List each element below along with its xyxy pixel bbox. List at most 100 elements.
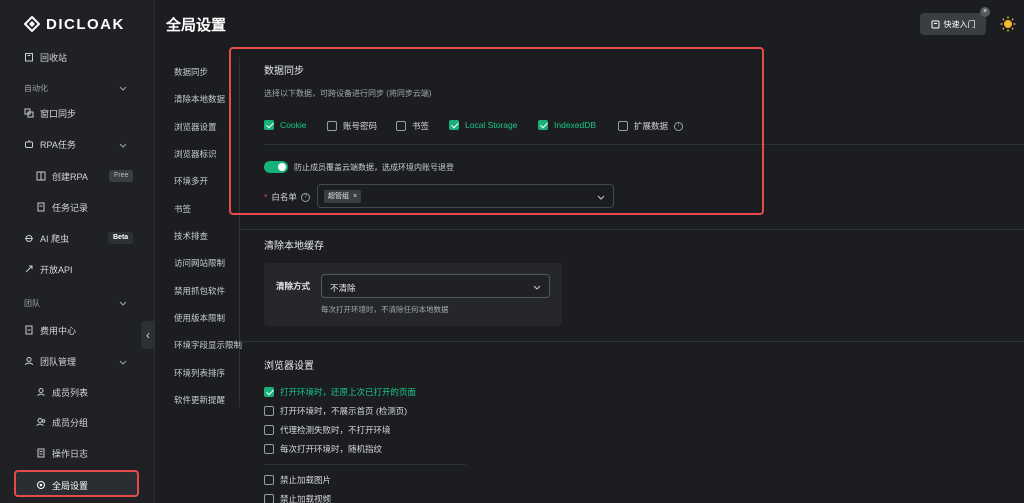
- beta-badge: Beta: [108, 232, 134, 244]
- sidebar-item-recycle[interactable]: 回收站: [24, 49, 67, 65]
- sidebar-item-team-mgmt[interactable]: 团队管理: [24, 353, 76, 369]
- trash-icon: [25, 53, 33, 62]
- logo-text: DICLOAK: [46, 15, 125, 33]
- page-title: 全局设置: [166, 17, 227, 34]
- chevron-down-icon[interactable]: [119, 141, 127, 149]
- user-icon: [37, 388, 45, 397]
- checkbox-label: 打开环境时，还原上次已打开的页面: [280, 387, 417, 397]
- nav-item-update-reminder[interactable]: 软件更新提醒: [174, 394, 225, 406]
- sidebar-item-rpa-tasks[interactable]: RPA任务: [24, 136, 76, 152]
- chevron-down-icon: [533, 285, 541, 290]
- sidebar-item-label: AI 爬虫: [40, 233, 70, 244]
- checkbox-box[interactable]: [264, 425, 274, 435]
- free-badge: Free: [109, 170, 134, 182]
- sidebar: DICLOAK 回收站 自动化 窗口同步 RPA任务 创建RPA Free 任务…: [0, 0, 155, 503]
- section-title-browser-settings: 浏览器设置: [264, 361, 314, 372]
- sidebar-item-label: 成员列表: [52, 387, 89, 398]
- sidebar-item-label: 操作日志: [52, 448, 89, 459]
- divider: [264, 464, 466, 465]
- checkbox-hide-homepage[interactable]: 打开环境时，不展示首页 (检测页): [264, 405, 407, 417]
- sidebar-item-ai-crawler[interactable]: AI 爬虫: [24, 230, 69, 246]
- nav-item-disable-sniffer[interactable]: 禁用抓包软件: [174, 285, 225, 297]
- sidebar-item-label: 开放API: [40, 264, 73, 275]
- nav-item-troubleshoot[interactable]: 技术排查: [174, 230, 208, 242]
- nav-item-clear-local-data[interactable]: 清除本地数据: [174, 93, 225, 105]
- sidebar-group-automation[interactable]: 自动化: [24, 81, 48, 95]
- sidebar-item-label: 回收站: [40, 52, 68, 63]
- sync-window-icon: [24, 108, 34, 118]
- nav-item-version-restriction[interactable]: 使用版本限制: [174, 312, 225, 324]
- sidebar-item-label: 成员分组: [52, 417, 89, 428]
- nav-item-bookmarks[interactable]: 书签: [174, 203, 191, 215]
- divider: [240, 341, 1024, 342]
- checkbox-label: 每次打开环境时，随机指纹: [280, 444, 383, 454]
- checkbox-box[interactable]: [264, 387, 274, 397]
- sidebar-collapse-button[interactable]: ‹: [141, 321, 155, 349]
- users-icon: [25, 357, 33, 366]
- checkbox-box[interactable]: [264, 444, 274, 454]
- chevron-down-icon[interactable]: [119, 358, 127, 366]
- nav-item-data-sync[interactable]: 数据同步: [174, 66, 208, 78]
- user-group-icon: [36, 418, 46, 427]
- receipt-icon: [25, 325, 33, 335]
- sidebar-item-create-rpa[interactable]: 创建RPA: [36, 168, 88, 184]
- nav-item-site-restriction[interactable]: 访问网站限制: [174, 257, 225, 269]
- sidebar-item-window-sync[interactable]: 窗口同步: [24, 105, 76, 121]
- sidebar-item-global-settings[interactable]: 全局设置: [36, 477, 88, 493]
- checkbox-proxy-fail[interactable]: 代理检测失败时，不打开环境: [264, 424, 391, 436]
- close-icon[interactable]: ×: [980, 7, 990, 17]
- nav-item-list-sort[interactable]: 环境列表排序: [174, 367, 225, 379]
- checkbox-box[interactable]: [264, 494, 274, 503]
- quick-start-button[interactable]: 快速入门: [920, 13, 986, 35]
- clear-cache-panel: 清除方式 不清除 每次打开环境时，不清除任何本地数据: [264, 263, 562, 326]
- chevron-left-icon: ‹: [146, 328, 150, 342]
- highlight-box-data-sync: [229, 47, 764, 215]
- sidebar-item-task-records[interactable]: 任务记录: [36, 199, 88, 215]
- sidebar-item-open-api[interactable]: 开放API: [24, 261, 73, 277]
- link-icon: [25, 265, 33, 273]
- group-label: 自动化: [24, 83, 48, 93]
- checkbox-label: 禁止加载视频: [280, 494, 332, 503]
- clear-method-value: 不清除: [330, 283, 356, 293]
- checkbox-label: 代理检测失败时，不打开环境: [280, 425, 391, 435]
- sidebar-item-operation-log[interactable]: 操作日志: [36, 445, 88, 461]
- divider: [240, 229, 1024, 230]
- checkbox-restore-pages[interactable]: 打开环境时，还原上次已打开的页面: [264, 386, 416, 398]
- group-label: 团队: [24, 298, 40, 308]
- bug-icon: [25, 235, 33, 242]
- chevron-down-icon[interactable]: [119, 84, 127, 92]
- sidebar-item-label: 创建RPA: [52, 171, 88, 182]
- sidebar-item-label: RPA任务: [40, 139, 76, 150]
- checkbox-block-videos[interactable]: 禁止加载视频: [264, 493, 331, 503]
- book-icon: [931, 20, 939, 28]
- clear-method-hint: 每次打开环境时，不清除任何本地数据: [321, 305, 449, 314]
- sun-icon[interactable]: [1000, 16, 1016, 32]
- sidebar-item-label: 窗口同步: [40, 108, 77, 119]
- sidebar-item-label: 全局设置: [52, 480, 89, 491]
- settings-icon: [37, 481, 45, 489]
- clear-method-select[interactable]: 不清除: [321, 274, 550, 298]
- logo-mark-icon: [24, 16, 40, 32]
- nav-item-field-display[interactable]: 环境字段显示限制: [174, 339, 242, 351]
- checkbox-label: 打开环境时，不展示首页 (检测页): [280, 406, 408, 416]
- checkbox-box[interactable]: [264, 406, 274, 416]
- section-title-clear-cache: 清除本地缓存: [264, 241, 324, 252]
- clear-method-label: 清除方式: [276, 281, 311, 291]
- checkbox-random-fingerprint[interactable]: 每次打开环境时，随机指纹: [264, 443, 382, 455]
- checkbox-box[interactable]: [264, 475, 274, 485]
- sidebar-item-billing[interactable]: 费用中心: [24, 322, 76, 338]
- document-icon: [37, 202, 45, 212]
- logo[interactable]: DICLOAK: [24, 14, 125, 34]
- log-icon: [37, 448, 45, 458]
- sidebar-group-team[interactable]: 团队: [24, 296, 40, 310]
- sidebar-item-member-groups[interactable]: 成员分组: [36, 414, 88, 430]
- nav-item-multi-open[interactable]: 环境多开: [174, 175, 208, 187]
- sidebar-item-label: 费用中心: [40, 325, 77, 336]
- nav-item-browser-settings[interactable]: 浏览器设置: [174, 121, 217, 133]
- checkbox-label: 禁止加载图片: [280, 475, 332, 485]
- nav-item-browser-identity[interactable]: 浏览器标识: [174, 148, 217, 160]
- quick-start-label: 快速入门: [943, 19, 976, 29]
- chevron-down-icon[interactable]: [119, 299, 127, 307]
- checkbox-block-images[interactable]: 禁止加载图片: [264, 474, 331, 486]
- sidebar-item-member-list[interactable]: 成员列表: [36, 384, 88, 400]
